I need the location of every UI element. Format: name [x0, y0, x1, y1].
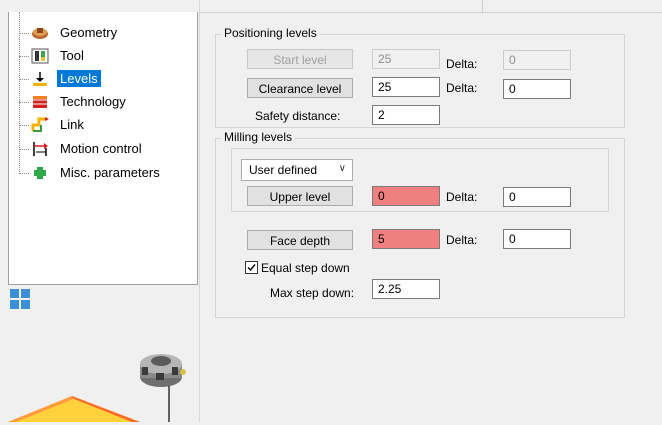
tree-item-label: Levels: [57, 70, 101, 87]
max-step-down-field[interactable]: 2.25: [372, 279, 440, 299]
clearance-level-button[interactable]: Clearance level: [247, 78, 353, 98]
upper-delta-label: Delta:: [446, 190, 478, 204]
link-icon: [31, 117, 49, 133]
face-delta-field[interactable]: 0: [503, 229, 571, 249]
clearance-level-field[interactable]: 25: [372, 77, 440, 97]
safety-distance-field[interactable]: 2: [372, 105, 440, 125]
tree-item-label: Tool: [60, 48, 84, 63]
geometry-icon: [31, 25, 49, 41]
equal-step-down-label[interactable]: Equal step down: [261, 261, 350, 275]
upper-level-field[interactable]: 0: [372, 186, 440, 206]
start-delta-label: Delta:: [446, 57, 478, 71]
face-depth-field[interactable]: 5: [372, 229, 440, 249]
upper-delta-field[interactable]: 0: [503, 187, 571, 207]
chevron-down-icon: ∨: [338, 163, 346, 174]
equal-step-down-checkbox[interactable]: [245, 261, 258, 274]
start-level-field[interactable]: 25: [372, 49, 440, 69]
tree-item-label: Motion control: [60, 141, 142, 156]
clearance-delta-field[interactable]: 0: [503, 79, 571, 99]
start-level-button[interactable]: Start level: [247, 49, 353, 69]
stock-preview-image: [0, 392, 150, 422]
levels-icon: [31, 71, 49, 87]
tab-strip-divider: [199, 0, 483, 13]
tree-item-label: Link: [60, 117, 84, 132]
safety-distance-label: Safety distance:: [255, 109, 341, 123]
positioning-levels-title: Positioning levels: [221, 26, 320, 40]
tree-item-label: Technology: [60, 94, 126, 109]
milling-mode-dropdown[interactable]: User defined ∨: [241, 159, 353, 181]
tree-item-label: Misc. parameters: [60, 165, 160, 180]
operation-tree: Geometry Tool Levels Technology Link Mot…: [8, 12, 198, 285]
start-delta-field[interactable]: 0: [503, 50, 571, 70]
upper-level-button[interactable]: Upper level: [247, 186, 353, 206]
left-pane: Geometry Tool Levels Technology Link Mot…: [0, 0, 199, 422]
face-depth-button[interactable]: Face depth: [247, 230, 353, 250]
grid-view-icon[interactable]: [10, 289, 31, 310]
milling-levels-title: Milling levels: [221, 130, 296, 144]
tree-item-levels[interactable]: Levels: [9, 69, 197, 89]
tree-item-label: Geometry: [60, 25, 118, 40]
tool-icon: [31, 48, 49, 64]
checkmark-icon: [247, 264, 256, 272]
milling-mode-value: User defined: [249, 163, 318, 177]
tree-item-tool[interactable]: Tool: [9, 46, 197, 66]
tree-item-misc-parameters[interactable]: Misc. parameters: [9, 163, 197, 183]
max-step-down-label: Max step down:: [270, 286, 355, 300]
tree-item-link[interactable]: Link: [9, 115, 197, 135]
technology-icon: [31, 94, 49, 110]
tree-item-technology[interactable]: Technology: [9, 92, 197, 112]
tab-strip-divider: [482, 0, 662, 13]
motion-control-icon: [31, 141, 49, 157]
misc-parameters-icon: [31, 165, 49, 181]
face-delta-label: Delta:: [446, 233, 478, 247]
tree-item-geometry[interactable]: Geometry: [9, 23, 197, 43]
clearance-delta-label: Delta:: [446, 81, 478, 95]
tree-item-motion-control[interactable]: Motion control: [9, 139, 197, 159]
